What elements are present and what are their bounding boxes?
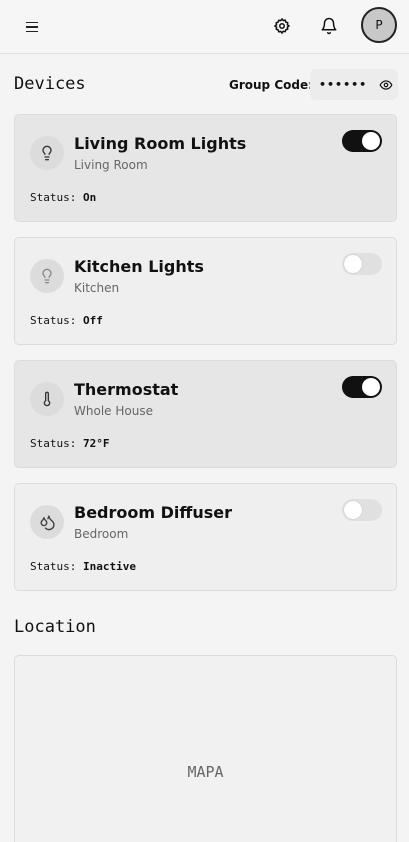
device-status: Status: Off [30, 314, 103, 327]
status-value: On [82, 191, 97, 204]
map-container[interactable]: MAPA [14, 655, 397, 842]
group-code-label: Group Code: [229, 78, 313, 92]
group-code-value: •••••• [319, 78, 368, 91]
lightbulb-icon [30, 259, 64, 293]
device-status: Status: On [30, 191, 96, 204]
device-toggle[interactable] [342, 376, 382, 398]
device-card-bedroom-diffuser[interactable]: Bedroom Diffuser Bedroom Status: Inactiv… [14, 483, 397, 591]
thermometer-icon [30, 382, 64, 416]
device-card-living-room-lights[interactable]: Living Room Lights Living Room Status: O… [14, 114, 397, 222]
device-name: Kitchen Lights [74, 257, 204, 276]
status-value: Off [82, 314, 103, 327]
top-bar: P [0, 0, 409, 54]
device-name: Bedroom Diffuser [74, 503, 232, 522]
status-label: Status: [30, 191, 77, 204]
status-label: Status: [30, 314, 77, 327]
device-toggle[interactable] [342, 130, 382, 152]
devices-title: Devices [14, 74, 86, 94]
bell-icon[interactable] [317, 14, 341, 38]
device-location: Living Room [74, 158, 148, 172]
device-name: Thermostat [74, 380, 179, 399]
device-card-kitchen-lights[interactable]: Kitchen Lights Kitchen Status: Off [14, 237, 397, 345]
avatar[interactable]: P [361, 7, 397, 43]
avatar-initial: P [375, 18, 383, 32]
device-toggle[interactable] [342, 499, 382, 521]
menu-icon[interactable] [22, 17, 42, 37]
droplets-icon [30, 505, 64, 539]
device-location: Whole House [74, 404, 153, 418]
gear-icon[interactable] [270, 14, 294, 38]
device-name: Living Room Lights [74, 134, 247, 153]
status-label: Status: [30, 437, 77, 450]
status-value: Inactive [82, 560, 136, 573]
device-status: Status: Inactive [30, 560, 136, 573]
device-location: Bedroom [74, 527, 129, 541]
location-title: Location [14, 617, 96, 637]
device-status: Status: 72°F [30, 437, 109, 450]
eye-icon[interactable] [379, 78, 393, 92]
device-location: Kitchen [74, 281, 120, 295]
map-placeholder: MAPA [187, 763, 224, 781]
lightbulb-icon [30, 136, 64, 170]
device-card-thermostat[interactable]: Thermostat Whole House Status: 72°F [14, 360, 397, 468]
status-label: Status: [30, 560, 77, 573]
device-toggle[interactable] [342, 253, 382, 275]
group-code-field: •••••• [310, 69, 398, 100]
status-value: 72°F [82, 437, 110, 450]
